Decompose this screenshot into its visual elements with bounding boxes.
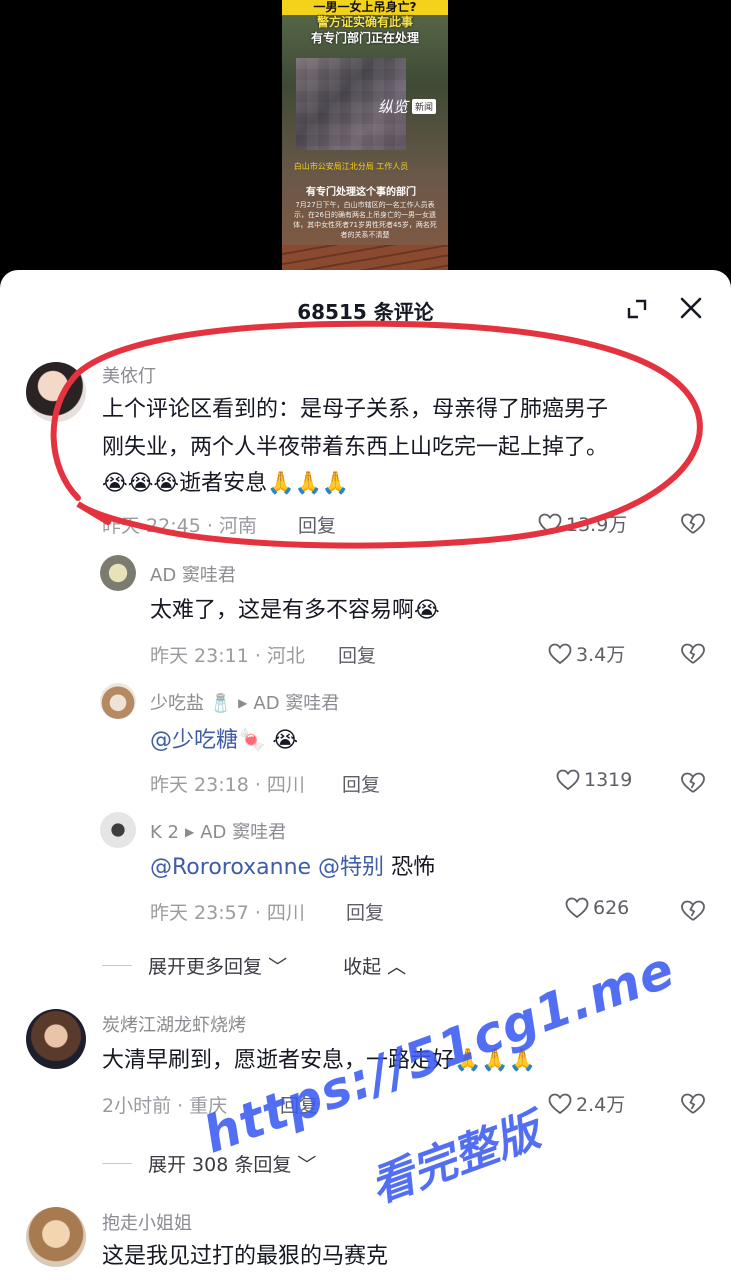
comment-text: @少吃糖🍬 😭 [150,723,298,759]
close-icon[interactable] [677,294,705,322]
sheet-header: 68515 条评论 [0,270,731,345]
avatar[interactable] [26,1009,86,1069]
like-button[interactable]: 1319 [556,769,632,791]
praying-hands-emoji: 🙏🙏🙏 [454,1048,537,1073]
comment-sheet: 68515 条评论 美依仃 上个评论区看到的：是母子关系，母亲得了肺癌男子 刚失… [0,270,731,1280]
divider [102,965,132,966]
reply-button[interactable]: 回复 [280,1091,318,1118]
like-count: 3.4万 [576,644,626,666]
thread-controls: 展开更多回复 ﹀ 收起 ︿ [102,952,406,979]
comment-text-body: 恐怖 [391,855,436,880]
comment-author[interactable]: 美依仃 [102,362,156,388]
comment-text: @Rororoxanne @特别 恐怖 [150,850,435,886]
chevron-down-icon: ﹀ [297,1154,317,1176]
crying-emoji: 😭 [414,598,440,623]
mention-link[interactable]: @少吃糖 [150,728,238,753]
crying-emoji: 😭😭😭 [102,471,180,496]
comment-author[interactable]: K 2 ▶ AD 窦哇君 [150,818,286,844]
broken-heart-icon[interactable] [680,771,706,795]
like-count: 13.9万 [566,514,628,536]
comment-item: 美依仃 上个评论区看到的：是母子关系，母亲得了肺癌男子 刚失业，两个人半夜带着东… [0,350,731,550]
like-button[interactable]: 13.9万 [538,510,627,537]
like-count: 626 [593,897,630,919]
comment-meta: 昨天 23:57 · 四川 [150,902,305,924]
comment-item: 抱走小姐姐 这是我见过打的最狠的马赛克 [0,1205,731,1280]
comment-meta: 昨天 23:18 · 四川 [150,774,305,796]
comment-author[interactable]: 炭烤江湖龙虾烧烤 [102,1011,246,1037]
comment-text: 这是我见过打的最狠的马赛克 [102,1244,389,1269]
like-count: 2.4万 [576,1094,626,1116]
author-name: K 2 [150,822,179,843]
comment-count-title: 68515 条评论 [297,300,434,324]
like-button[interactable]: 2.4万 [548,1090,625,1117]
comment-text-body: 太难了，这是有多不容易啊 [150,598,415,623]
avatar[interactable] [100,683,136,719]
expand-more-replies[interactable]: 展开更多回复 ﹀ [148,952,287,979]
reply-to-name[interactable]: AD 窦哇君 [200,822,286,843]
thread-controls: 展开 308 条回复 ﹀ [102,1150,316,1177]
like-button[interactable]: 3.4万 [548,640,625,667]
comment-item: 炭烤江湖龙虾烧烤 大清早刷到，愿逝者安息，一路走好🙏🙏🙏 2小时前 · 重庆 回… [0,1005,731,1125]
avatar[interactable] [100,812,136,848]
heart-icon [538,513,562,534]
collapse-replies[interactable]: 收起 ︿ [343,952,406,979]
salt-shaker-icon: 🧂 [209,693,233,714]
reply-item: AD 窦哇君 太难了，这是有多不容易啊😭 昨天 23:11 · 河北 回复 3.… [0,555,731,675]
comment-text-line-1: 上个评论区看到的：是母子关系，母亲得了肺癌男子 [102,397,609,422]
expand-icon[interactable] [624,296,650,322]
reply-item: 少吃盐 🧂 ▶ AD 窦哇君 @少吃糖🍬 😭 昨天 23:18 · 四川 回复 13… [0,683,731,803]
avatar[interactable] [26,362,86,422]
heart-icon [556,769,580,791]
avatar[interactable] [26,1207,86,1267]
like-button[interactable]: 626 [565,897,629,919]
reply-to-name[interactable]: AD 窦哇君 [253,693,339,714]
comment-text-line-2: 刚失业，两个人半夜带着东西上山吃完一起上掉了。 [102,435,609,460]
comment-author[interactable]: 少吃盐 🧂 ▶ AD 窦哇君 [150,689,339,718]
like-count: 1319 [584,769,633,791]
heart-icon [548,1093,572,1114]
mention-link[interactable]: @特别 [318,855,384,880]
comment-author[interactable]: AD 窦哇君 [150,561,236,587]
reply-button[interactable]: 回复 [346,898,384,925]
video-preview[interactable]: 一男一女上吊身亡? 警方证实确有此事 有专门部门正在处理 纵览 新闻 白山市公安… [282,0,448,285]
broken-heart-icon[interactable] [680,1092,706,1116]
divider [102,1163,132,1164]
chevron-up-icon: ︿ [387,956,407,978]
heart-icon [565,897,589,919]
comment-author[interactable]: 抱走小姐姐 [102,1209,192,1235]
video-subtitle-main: 有专门处理这个事的部门 [306,187,416,198]
heart-icon [548,643,572,664]
comment-text-line-3: 😭😭😭逝者安息🙏🙏🙏 [102,466,349,502]
candy-and-crying-emoji: 🍬 😭 [238,728,299,753]
comment-text: 大清早刷到，愿逝者安息，一路走好🙏🙏🙏 [102,1043,536,1079]
video-caption-1: 一男一女上吊身亡? [282,0,448,15]
news-logo: 纵览 [378,98,409,116]
reply-arrow-icon: ▶ [238,696,248,710]
expand-308-replies[interactable]: 展开 308 条回复 ﹀ [148,1150,316,1177]
video-caption-2: 警方证实确有此事 [316,15,413,29]
author-name: 少吃盐 [150,693,204,714]
news-logo-badge: 新闻 [412,99,437,114]
video-caption-3: 有专门部门正在处理 [310,31,419,45]
reply-button[interactable]: 回复 [342,770,380,797]
comment-text-tail: 逝者安息 [179,471,268,496]
comment-meta: 昨天 22:45 · 河南 [102,515,257,537]
video-subtitle-small: 白山市公安局江北分局 工作人员 [293,162,409,171]
comment-meta: 昨天 23:11 · 河北 [150,645,305,667]
comment-text-body: 大清早刷到，愿逝者安息，一路走好 [102,1048,455,1073]
video-subtitle-body: 7月27日下午，白山市辖区的一名工作人员表示，在26日的确有两名上吊身亡的一男一… [293,201,437,239]
reply-button[interactable]: 回复 [338,641,376,668]
reply-button[interactable]: 回复 [298,511,336,538]
reply-item: K 2 ▶ AD 窦哇君 @Rororoxanne @特别 恐怖 昨天 23:57 … [0,812,731,932]
avatar[interactable] [100,555,136,591]
broken-heart-icon[interactable] [680,899,706,923]
broken-heart-icon[interactable] [680,512,706,536]
chevron-down-icon: ﹀ [268,956,288,978]
mention-link[interactable]: @Rororoxanne [150,855,311,880]
comment-text: 太难了，这是有多不容易啊😭 [150,593,440,629]
reply-arrow-icon: ▶ [184,825,195,839]
comment-meta: 2小时前 · 重庆 [102,1095,228,1117]
praying-hands-emoji: 🙏🙏🙏 [267,471,350,496]
broken-heart-icon[interactable] [680,642,706,666]
